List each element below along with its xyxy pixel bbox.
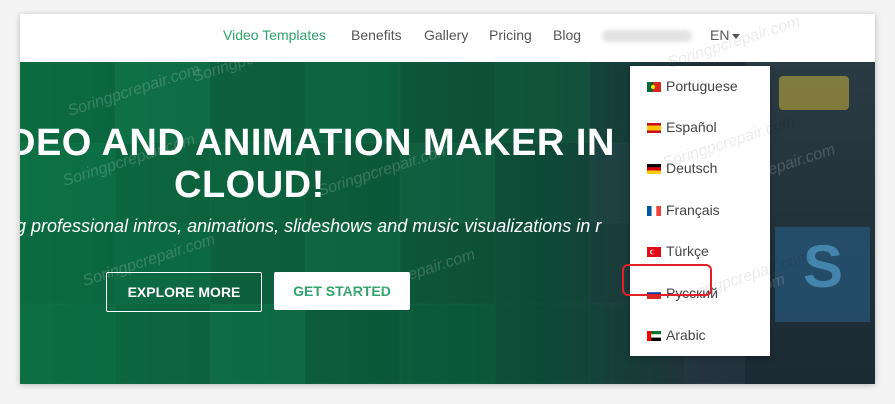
language-option-portuguese[interactable]: Portuguese xyxy=(630,72,770,102)
arabic-flag-icon xyxy=(647,331,661,341)
language-option-arabic[interactable]: Arabic xyxy=(630,321,770,351)
hero-title-line1: DEO AND ANIMATION MAKER IN xyxy=(20,122,615,164)
s-logo-icon: S xyxy=(803,233,844,300)
language-code: EN xyxy=(710,27,730,43)
hero-subtitle: g professional intros, animations, slide… xyxy=(20,216,602,236)
spain-flag-icon xyxy=(647,123,661,133)
language-toggle[interactable]: EN xyxy=(710,27,741,43)
russian-option-highlight xyxy=(622,264,712,296)
germany-flag-icon xyxy=(647,164,661,174)
nav-link-gallery[interactable]: Gallery xyxy=(424,27,468,43)
navbar: Video Templates Benefits Gallery Pricing… xyxy=(20,14,875,62)
turkey-flag-icon xyxy=(647,247,661,257)
nav-link-blog[interactable]: Blog xyxy=(553,27,581,43)
language-option-francais[interactable]: Français xyxy=(630,196,770,226)
language-option-deutsch[interactable]: Deutsch xyxy=(630,154,770,184)
language-dropdown: Portuguese Español Deutsch Français Türk… xyxy=(630,66,770,356)
excavator-thumbnail xyxy=(779,76,849,110)
language-option-turkce[interactable]: Türkçe xyxy=(630,237,770,267)
portugal-flag-icon xyxy=(647,82,661,92)
browser-page: Video Templates Benefits Gallery Pricing… xyxy=(20,14,875,384)
caret-down-icon xyxy=(732,33,741,39)
language-label: Arabic xyxy=(666,327,706,343)
language-label: Deutsch xyxy=(666,160,718,176)
nav-link-pricing[interactable]: Pricing xyxy=(489,27,532,43)
language-option-espanol[interactable]: Español xyxy=(630,113,770,143)
nav-link-benefits[interactable]: Benefits xyxy=(351,27,402,43)
language-label: Portuguese xyxy=(666,78,738,94)
blurred-nav-item xyxy=(602,30,692,42)
language-label: Türkçe xyxy=(666,243,709,259)
france-flag-icon xyxy=(647,206,661,216)
language-label: Español xyxy=(666,119,717,135)
explore-more-button[interactable]: EXPLORE MORE xyxy=(106,272,262,312)
get-started-button[interactable]: GET STARTED xyxy=(274,272,410,310)
language-label: Français xyxy=(666,202,720,218)
nav-link-video-templates[interactable]: Video Templates xyxy=(223,27,326,43)
